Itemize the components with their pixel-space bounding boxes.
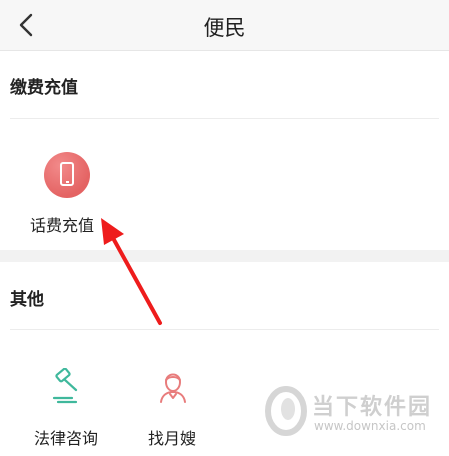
watermark: 当下软件园 www.downxia.com: [264, 385, 444, 445]
watermark-logo-icon: [265, 386, 307, 436]
watermark-url: www.downxia.com: [314, 419, 426, 433]
watermark-name: 当下软件园: [312, 395, 433, 420]
